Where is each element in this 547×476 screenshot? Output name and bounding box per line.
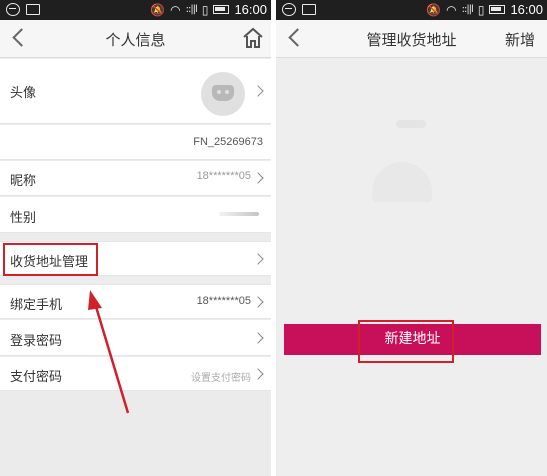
annotation-highlight-box [358, 320, 454, 363]
status-bar: 🔕 ◠ ::||l ▯ 16:00 [276, 0, 547, 20]
status-time: 16:00 [510, 2, 543, 17]
wifi-icon: ◠ [170, 2, 181, 17]
chevron-right-icon [252, 172, 264, 184]
empty-state-illustration [372, 162, 432, 202]
gender-value-placeholder [219, 212, 259, 216]
chevron-right-icon [252, 85, 264, 97]
bind-phone-label: 绑定手机 [10, 298, 63, 313]
signal-icon: ::||l [185, 3, 198, 15]
manage-address-screen: 🔕 ◠ ::||l ▯ 16:00 管理收货地址 新增 新建地址 [276, 0, 547, 476]
avatar[interactable] [201, 72, 245, 116]
nickname-value: 18*******05 [196, 170, 251, 182]
mute-icon: 🔕 [426, 2, 442, 17]
image-notification-icon [302, 4, 316, 15]
nickname-row[interactable]: 昵称 18*******05 [0, 161, 271, 196]
annotation-arrow-icon [88, 290, 130, 414]
battery-icon [489, 5, 506, 14]
sim-icon: ▯ [201, 2, 209, 17]
signal-icon: ::||l [461, 3, 474, 15]
image-notification-icon [26, 4, 40, 15]
username-value: FN_25269673 [193, 136, 263, 148]
page-title: 个人信息 [105, 31, 166, 49]
mute-icon: 🔕 [150, 2, 166, 17]
status-time: 16:00 [234, 2, 267, 17]
personal-info-screen: 🔕 ◠ ::||l ▯ 16:00 个人信息 头像 FN_25269673 昵称… [0, 0, 271, 476]
sim-icon: ▯ [477, 2, 485, 17]
chevron-right-icon [252, 253, 264, 265]
chevron-right-icon [252, 368, 264, 380]
wifi-icon: ◠ [446, 2, 457, 17]
battery-icon [213, 5, 230, 14]
nav-bar: 管理收货地址 新增 [276, 20, 547, 58]
chevron-right-icon [252, 332, 264, 344]
app-notification-icon [6, 3, 20, 16]
status-bar: 🔕 ◠ ::||l ▯ 16:00 [0, 0, 271, 20]
add-new-button[interactable]: 新增 [505, 29, 535, 50]
bind-phone-value: 18*******05 [196, 295, 251, 307]
avatar-label: 头像 [10, 86, 37, 101]
app-notification-icon [282, 3, 296, 16]
nav-bar: 个人信息 [0, 20, 271, 58]
login-password-label: 登录密码 [10, 334, 63, 349]
gender-label: 性别 [10, 211, 37, 226]
empty-state-illustration [396, 120, 426, 128]
annotation-highlight-box [3, 243, 98, 276]
nickname-label: 昵称 [10, 174, 37, 189]
chevron-right-icon [252, 296, 264, 308]
payment-password-label: 支付密码 [10, 370, 63, 385]
home-icon[interactable] [241, 26, 265, 50]
username-row: FN_25269673 [0, 125, 271, 160]
payment-password-value: 设置支付密码 [191, 373, 251, 384]
